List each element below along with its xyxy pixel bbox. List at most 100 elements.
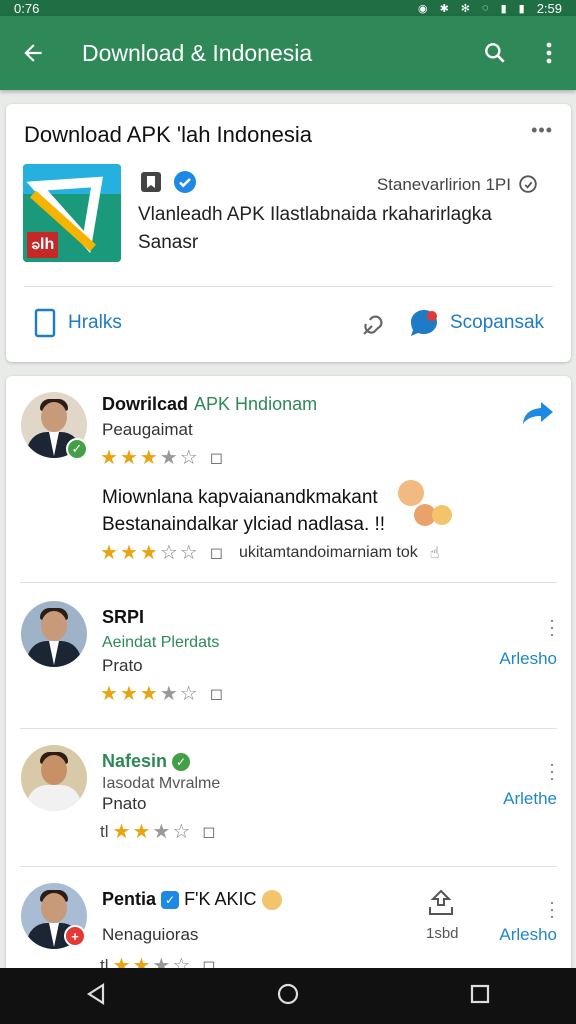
nav-home-button[interactable] xyxy=(276,982,300,1011)
review-subtitle: Iasodat Mvralme xyxy=(102,775,221,792)
emoji-icon xyxy=(261,890,282,911)
avatar-suit xyxy=(27,785,81,811)
review-item[interactable]: ✓ Dowrilcad APK Hndionam Peaugaimat ★ ★ ★ ★ ☆… xyxy=(6,376,571,583)
review-action-link[interactable]: Arlethe xyxy=(503,789,557,809)
add-badge-icon: + xyxy=(64,925,86,947)
reviews-card: ✓ Dowrilcad APK Hndionam Peaugaimat ★ ★ ★ ★ ☆… xyxy=(6,376,571,986)
star-icon: ★ xyxy=(100,683,118,705)
star-icon: ★ xyxy=(139,542,158,564)
review-author-name: Nafesin xyxy=(102,751,168,771)
app-version-text: Stanevarlirion 1PI xyxy=(376,175,511,194)
location-icon: ◉ xyxy=(417,2,428,15)
review-subtitle: Peaugaimat xyxy=(102,420,193,439)
overflow-menu-button[interactable] xyxy=(522,16,576,90)
review-line: Prato xyxy=(102,656,143,675)
thumb-icon[interactable]: ☝ xyxy=(430,543,440,563)
review-author-name: SRPI xyxy=(102,607,145,627)
avatar[interactable] xyxy=(21,601,87,667)
verified-icon xyxy=(174,171,196,193)
divider xyxy=(20,728,557,729)
phone-icon xyxy=(34,308,56,338)
review-item[interactable]: SRPI Aeindat Plerdats Prato ★ ★ ★ ★ ☆ ◻ · · · … xyxy=(6,583,571,731)
link-button[interactable] xyxy=(356,310,388,347)
share-icon[interactable] xyxy=(521,398,555,428)
rating-stars: tl ★ ★ ★ ☆ ◻ xyxy=(100,819,216,844)
back-button[interactable] xyxy=(0,16,66,90)
star-icon: ★ xyxy=(132,821,151,843)
nav-back-icon xyxy=(86,982,104,1005)
avatar-face xyxy=(41,755,67,785)
comment-icon[interactable]: ◻ xyxy=(210,448,223,468)
search-button[interactable] xyxy=(468,16,522,90)
star-icon: ★ xyxy=(139,447,158,469)
app-bar: Download & Indonesia xyxy=(0,16,576,90)
review-item[interactable]: Nafesin ✓ Iasodat Mvralme Pnato tl ★ ★ ★ ☆ … xyxy=(6,731,571,869)
review-author-suffix: APK Hndionam xyxy=(194,394,318,414)
star-empty-icon: ☆ xyxy=(159,542,178,564)
star-empty-icon: ☆ xyxy=(172,821,191,843)
review-author-name: Pentia xyxy=(102,889,157,909)
review-author-name: Dowrilcad xyxy=(102,394,189,414)
signal-icon: ▮ xyxy=(500,2,507,15)
star-half-icon: ★ xyxy=(159,683,178,705)
review-subtitle: Aeindat Plerdats xyxy=(102,634,220,651)
status-time-right: 2:59 xyxy=(536,0,562,16)
app-description: Vlanleadh APK Ilastlabnaida rkaharirlagk… xyxy=(138,204,492,253)
review-comment-line2: Bestanaindalkar ylciad nadlasa. !! xyxy=(102,514,386,535)
system-navigation-bar xyxy=(0,968,576,1024)
card-divider xyxy=(24,286,553,287)
star-icon: ★ xyxy=(100,542,118,564)
avatar-face xyxy=(41,893,67,923)
app-bar-title: Download & Indonesia xyxy=(82,39,313,66)
comment-icon[interactable]: ◻ xyxy=(202,822,215,842)
more-vert-icon[interactable]: · · · xyxy=(549,893,555,925)
review-prefix: tl xyxy=(100,821,109,841)
search-icon xyxy=(485,43,505,63)
review-action-link[interactable]: Arlesho xyxy=(499,925,557,945)
more-vert-icon xyxy=(546,42,552,64)
nav-recents-icon xyxy=(471,984,490,1003)
footer-left-button[interactable]: Hralks xyxy=(34,308,122,338)
comment-icon[interactable]: ◻ xyxy=(210,543,223,563)
divider xyxy=(20,866,557,867)
more-vert-icon[interactable]: · · · xyxy=(549,611,555,643)
app-icon[interactable]: ခlh xyxy=(23,164,121,262)
nav-recents-button[interactable] xyxy=(469,983,491,1010)
emoji-icon xyxy=(414,504,452,526)
review-mid-label: 1sbd xyxy=(426,925,459,942)
more-vert-icon[interactable]: · · · xyxy=(549,755,555,787)
verified-icon: ✓ xyxy=(161,891,180,910)
star-icon: ★ xyxy=(139,683,158,705)
app-badges xyxy=(139,170,197,194)
review-comment: Miownlana kapvaianandkmakant Bestanainda… xyxy=(102,484,385,538)
review-comment-line1: Miownlana kapvaianandkmakant xyxy=(102,487,378,508)
comment-icon[interactable]: ◻ xyxy=(210,684,223,704)
status-time-left: 0:76 xyxy=(14,0,40,16)
star-icon: ★ xyxy=(100,447,118,469)
star-icon: ★ xyxy=(119,683,138,705)
app-version: Stanevarlirion 1PI xyxy=(377,174,539,196)
rating-stars: ★ ★ ★ ☆ ☆ ◻ ukitamtandoimarniam tok ☝ xyxy=(100,540,439,565)
star-icon: ★ xyxy=(119,447,138,469)
review-author: Nafesin ✓ xyxy=(102,751,191,772)
review-line: Nenaguioras xyxy=(102,925,199,944)
alarm-icon: ◌ xyxy=(482,2,489,14)
chat-bubble-icon xyxy=(519,175,537,193)
review-line: Pnato xyxy=(102,794,147,813)
upload-icon[interactable] xyxy=(426,889,456,922)
link-icon xyxy=(363,315,383,335)
nav-home-icon xyxy=(277,983,299,1004)
review-action-link[interactable]: Arlesho xyxy=(499,649,557,669)
footer-left-label: Hralks xyxy=(68,312,122,333)
battery-icon: ▮ xyxy=(518,2,525,15)
nav-back-button[interactable] xyxy=(85,982,107,1011)
rating-stars: ★ ★ ★ ★ ☆ ◻ xyxy=(100,681,223,706)
avatar[interactable] xyxy=(21,745,87,811)
star-empty-icon: ☆ xyxy=(179,683,198,705)
status-bar: 0:76 ◉ ✱ ✻ ◌ ▮ ▮ 2:59 xyxy=(0,0,576,16)
card-more-button[interactable]: ••• xyxy=(531,120,553,141)
star-empty-icon: ☆ xyxy=(179,542,198,564)
verified-icon: ✓ xyxy=(172,753,191,772)
footer-right-button[interactable]: Scopansak xyxy=(408,308,544,338)
review-author: Pentia ✓ F'K AKIC xyxy=(102,889,282,911)
